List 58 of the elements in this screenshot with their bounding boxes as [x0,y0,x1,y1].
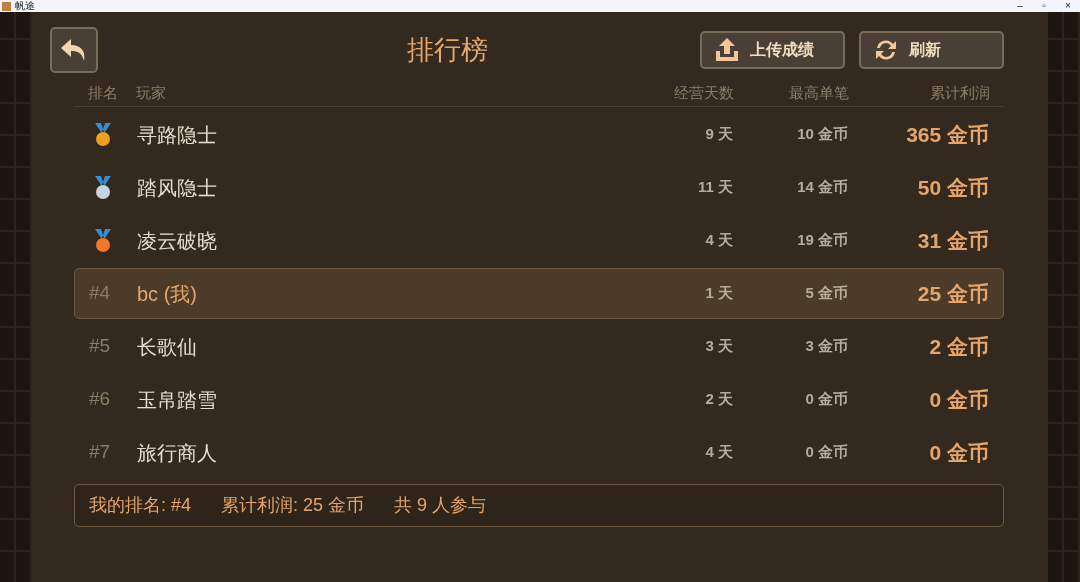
refresh-button[interactable]: 刷新 [859,31,1004,69]
days-value: 4 天 [704,230,733,251]
rank-number: #4 [89,281,112,306]
profit-value: 31 金币 [916,227,989,254]
best-trade-value: 19 金币 [796,230,848,251]
upload-icon [714,37,740,63]
profit-value: 2 金币 [928,333,989,360]
rank-number: #6 [89,387,112,412]
upload-button[interactable]: 上传成绩 [700,31,845,69]
days-value: 4 天 [704,442,733,463]
player-name: 凌云破晓 [137,228,218,254]
days-value: 2 天 [704,389,733,410]
column-header: 累计利润 [929,82,990,103]
rank-number: #7 [89,440,112,465]
window-title: 帆途 [15,0,35,12]
leaderboard-row[interactable]: 寻路隐士 9 天 10 金币 365 金币 [74,109,1004,160]
days-value: 9 天 [704,124,733,145]
player-name: 寻路隐士 [137,122,218,148]
leaderboard-row[interactable]: 踏风隐士 11 天 14 金币 50 金币 [74,162,1004,213]
back-button[interactable] [50,27,98,73]
days-value: 1 天 [704,283,733,304]
days-value: 3 天 [704,336,733,357]
restore-button[interactable]: ▫ [1032,0,1056,12]
days-value: 11 天 [696,177,733,198]
best-trade-value: 14 金币 [796,177,848,198]
best-trade-value: 0 金币 [804,442,848,463]
page-title: 排行榜 [405,33,489,67]
profit-value: 0 金币 [928,386,989,413]
leaderboard-row[interactable]: #6 玉帛踏雪 2 天 0 金币 0 金币 [74,374,1004,425]
refresh-icon [873,37,899,63]
app-icon [2,1,11,11]
leaderboard-row[interactable]: #7 旅行商人 4 天 0 金币 0 金币 [74,427,1004,478]
column-header: 最高单笔 [788,82,849,103]
leaderboard-row[interactable]: 凌云破晓 4 天 19 金币 31 金币 [74,215,1004,266]
rank-number: #5 [89,334,112,359]
close-button[interactable]: × [1056,0,1080,12]
profit-value: 50 金币 [916,174,989,201]
profit-value: 365 金币 [905,121,989,148]
summary-text: 累计利润: 25 金币 [221,494,365,517]
profit-value: 25 金币 [916,280,989,307]
player-name: bc (我) [137,281,198,307]
best-trade-value: 5 金币 [804,283,848,304]
profit-value: 0 金币 [928,439,989,466]
column-header: 经营天数 [673,82,734,103]
column-header: 排名 [88,82,119,103]
player-name: 长歌仙 [137,334,198,360]
best-trade-value: 10 金币 [796,124,848,145]
summary-text: 我的排名: #4 [89,494,192,517]
player-name: 玉帛踏雪 [137,387,218,413]
player-name: 踏风隐士 [137,175,218,201]
best-trade-value: 3 金币 [804,336,848,357]
leaderboard-row[interactable]: #4 bc (我) 1 天 5 金币 25 金币 [74,268,1004,319]
summary-text: 共 9 人参与 [394,494,487,517]
leaderboard-row[interactable]: #5 长歌仙 3 天 3 金币 2 金币 [74,321,1004,372]
player-name: 旅行商人 [137,440,218,466]
column-header: 玩家 [136,82,167,103]
best-trade-value: 0 金币 [804,389,848,410]
minimize-button[interactable]: – [1008,0,1032,12]
